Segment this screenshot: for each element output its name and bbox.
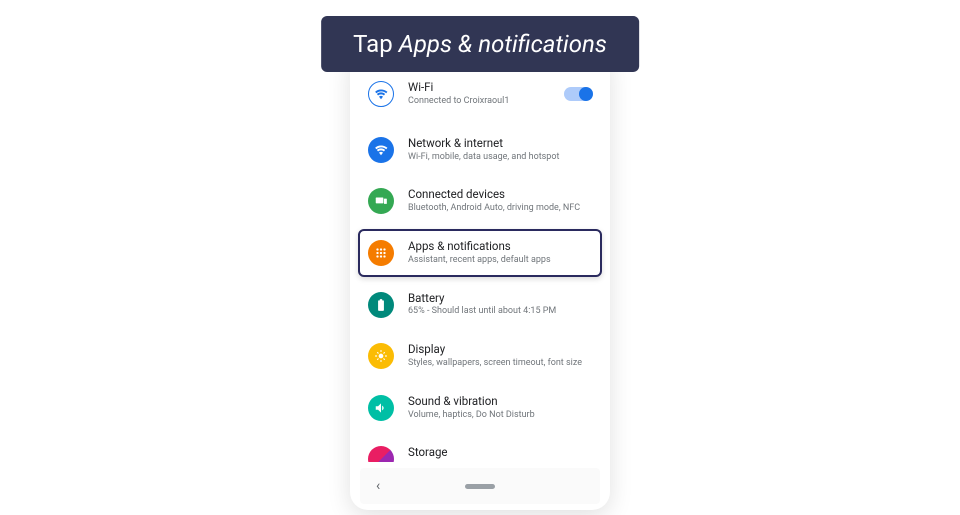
wifi-toggle[interactable] xyxy=(564,87,592,101)
settings-wifi[interactable]: Wi-Fi Connected to Croixraoul1 xyxy=(358,74,602,120)
banner-prefix: Tap xyxy=(353,30,398,58)
connected-subtitle: Bluetooth, Android Auto, driving mode, N… xyxy=(408,203,592,215)
apps-subtitle: Assistant, recent apps, default apps xyxy=(408,255,592,267)
settings-apps[interactable]: Apps & notifications Assistant, recent a… xyxy=(358,229,602,277)
wifi-subtitle: Connected to Croixraoul1 xyxy=(408,96,564,108)
sound-icon xyxy=(368,395,394,421)
display-icon xyxy=(368,343,394,369)
sound-title: Sound & vibration xyxy=(408,394,592,409)
network-text: Network & internet Wi-Fi, mobile, data u… xyxy=(408,136,592,164)
apps-icon xyxy=(368,240,394,266)
phone-mockup: Wi-Fi Connected to Croixraoul1 Network &… xyxy=(350,50,610,510)
battery-text: Battery 65% - Should last until about 4:… xyxy=(408,291,592,319)
home-pill[interactable] xyxy=(465,484,495,489)
toggle-knob xyxy=(579,87,593,101)
storage-icon xyxy=(368,446,394,462)
instruction-banner: Tap Apps & notifications xyxy=(321,16,639,72)
battery-title: Battery xyxy=(408,291,592,306)
banner-emphasis: Apps & notifications xyxy=(399,30,607,58)
settings-sound[interactable]: Sound & vibration Volume, haptics, Do No… xyxy=(358,384,602,432)
apps-title: Apps & notifications xyxy=(408,239,592,254)
wifi-icon xyxy=(368,81,394,107)
connected-devices-icon xyxy=(368,188,394,214)
navigation-bar: ‹ xyxy=(360,468,600,504)
settings-connected[interactable]: Connected devices Bluetooth, Android Aut… xyxy=(358,177,602,225)
network-subtitle: Wi-Fi, mobile, data usage, and hotspot xyxy=(408,152,592,164)
storage-text: Storage xyxy=(408,445,592,461)
connected-text: Connected devices Bluetooth, Android Aut… xyxy=(408,187,592,215)
sound-subtitle: Volume, haptics, Do Not Disturb xyxy=(408,410,592,422)
settings-list: Wi-Fi Connected to Croixraoul1 Network &… xyxy=(350,50,610,462)
settings-storage[interactable]: Storage xyxy=(358,435,602,462)
display-subtitle: Styles, wallpapers, screen timeout, font… xyxy=(408,358,592,370)
back-button[interactable]: ‹ xyxy=(376,478,380,494)
apps-text: Apps & notifications Assistant, recent a… xyxy=(408,239,592,267)
display-title: Display xyxy=(408,342,592,357)
settings-display[interactable]: Display Styles, wallpapers, screen timeo… xyxy=(358,332,602,380)
wifi-title: Wi-Fi xyxy=(408,80,564,95)
storage-title: Storage xyxy=(408,445,592,460)
settings-battery[interactable]: Battery 65% - Should last until about 4:… xyxy=(358,281,602,329)
network-title: Network & internet xyxy=(408,136,592,151)
sound-text: Sound & vibration Volume, haptics, Do No… xyxy=(408,394,592,422)
display-text: Display Styles, wallpapers, screen timeo… xyxy=(408,342,592,370)
wifi-text: Wi-Fi Connected to Croixraoul1 xyxy=(408,80,564,108)
network-icon xyxy=(368,137,394,163)
battery-icon xyxy=(368,292,394,318)
connected-title: Connected devices xyxy=(408,187,592,202)
battery-subtitle: 65% - Should last until about 4:15 PM xyxy=(408,306,592,318)
settings-network[interactable]: Network & internet Wi-Fi, mobile, data u… xyxy=(358,126,602,174)
